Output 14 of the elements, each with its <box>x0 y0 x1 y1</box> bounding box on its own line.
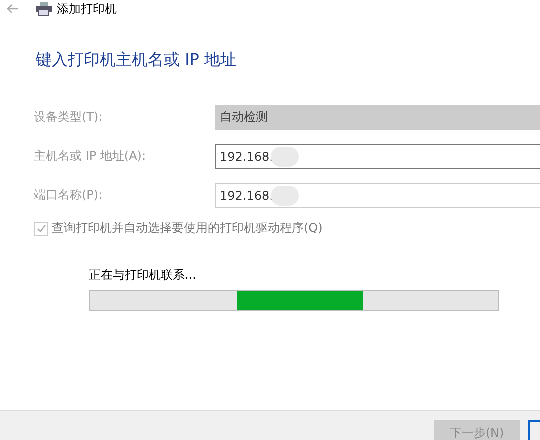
field-label: 主机名或 IP 地址(A): <box>33 148 148 165</box>
redaction-blur <box>271 146 300 166</box>
redaction-blur <box>271 186 300 206</box>
cancel-button[interactable] <box>528 420 540 440</box>
progress-label: 正在与打印机联系... <box>89 267 198 284</box>
input-field[interactable]: 192.168. <box>215 144 540 169</box>
input-field[interactable]: 192.168. <box>215 183 540 208</box>
printer-icon <box>36 2 52 16</box>
page-heading: 键入打印机主机名或 IP 地址 <box>36 50 238 71</box>
window-title: 添加打印机 <box>57 0 117 18</box>
back-arrow-icon[interactable] <box>7 4 19 14</box>
field-label: 端口名称(P): <box>33 187 104 204</box>
field-label: 设备类型(T): <box>33 109 104 126</box>
checkbox-label: 查询打印机并自动选择要使用的打印机驱动程序(Q) <box>52 220 323 237</box>
